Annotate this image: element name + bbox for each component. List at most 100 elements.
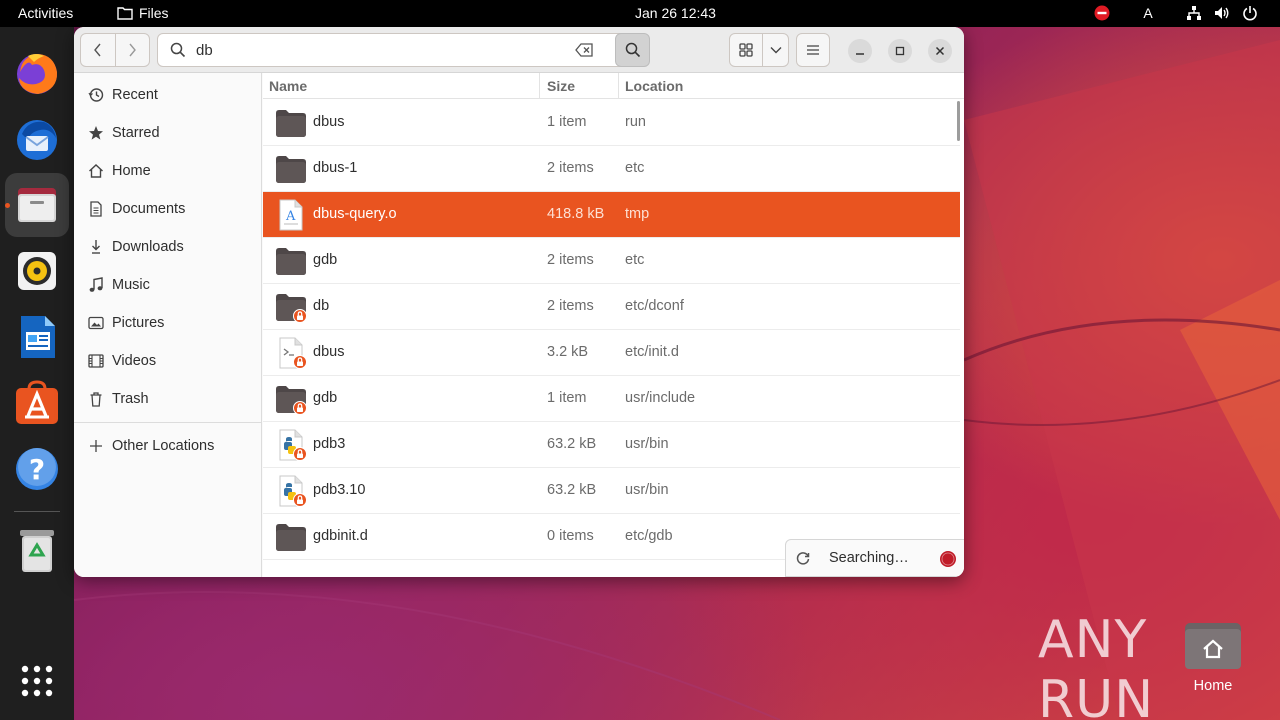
file-location: run <box>625 114 646 130</box>
watermark: ANY RUN <box>1038 610 1155 720</box>
view-mode-buttons <box>729 33 789 67</box>
sidebar-item-videos[interactable]: Videos <box>74 342 262 380</box>
help-icon[interactable]: ? <box>13 445 61 493</box>
file-size: 1 item <box>547 114 587 130</box>
sidebar-item-trash[interactable]: Trash <box>74 380 262 418</box>
file-size: 63.2 kB <box>547 436 597 452</box>
dock-separator <box>14 511 60 512</box>
plus-icon <box>88 438 104 454</box>
file-row[interactable]: dbus 1 item run <box>263 100 960 146</box>
home-icon <box>88 163 104 179</box>
file-row[interactable]: gdb 2 items etc <box>263 238 960 284</box>
do-not-disturb-icon[interactable] <box>1090 4 1114 22</box>
star-icon <box>88 125 104 141</box>
sidebar-item-label: Starred <box>112 125 160 141</box>
navigation-buttons <box>80 33 150 67</box>
file-location: usr/bin <box>625 482 669 498</box>
sidebar-item-label: Recent <box>112 87 158 103</box>
system-tray[interactable]: A <box>1076 4 1262 22</box>
video-icon <box>88 353 104 369</box>
file-row[interactable]: pdb3.10 63.2 kB usr/bin <box>263 468 960 514</box>
file-name: pdb3 <box>313 436 346 452</box>
column-location[interactable]: Location <box>625 78 683 94</box>
thunderbird-icon[interactable] <box>13 115 61 163</box>
folder-icon <box>275 383 307 415</box>
app-center-icon[interactable] <box>13 379 61 427</box>
view-options-dropdown[interactable] <box>762 34 788 66</box>
folder-icon <box>275 291 307 323</box>
sidebar-item-starred[interactable]: Starred <box>74 114 262 152</box>
app-menu-label: Files <box>139 5 169 21</box>
activities-button[interactable]: Activities <box>18 5 73 21</box>
column-size[interactable]: Size <box>547 78 575 94</box>
sidebar-item-recent[interactable]: Recent <box>74 76 262 114</box>
dock: ? <box>0 27 74 720</box>
file-list: Name Size Location dbus 1 item run dbus-1 2 … <box>263 73 964 577</box>
close-button[interactable] <box>928 39 952 63</box>
network-icon[interactable] <box>1182 4 1206 22</box>
stop-search-icon[interactable] <box>939 550 957 568</box>
trash-icon[interactable] <box>13 527 61 575</box>
file-location: tmp <box>625 206 650 222</box>
input-method-indicator[interactable]: A <box>1136 4 1160 22</box>
document-icon <box>88 201 104 217</box>
power-icon[interactable] <box>1238 4 1262 22</box>
header-bar: db <box>74 27 964 73</box>
column-name[interactable]: Name <box>269 78 307 94</box>
column-header: Name Size Location <box>263 73 964 99</box>
sidebar-item-home[interactable]: Home <box>74 152 262 190</box>
app-menu[interactable]: Files <box>117 5 169 21</box>
close-icon <box>935 46 945 56</box>
file-name: dbus <box>313 344 345 360</box>
file-row[interactable]: gdb 1 item usr/include <box>263 376 960 422</box>
rhythmbox-icon[interactable] <box>13 247 61 295</box>
download-icon <box>88 239 104 255</box>
file-size: 0 items <box>547 528 594 544</box>
folder-icon <box>275 153 307 185</box>
chevron-down-icon <box>770 47 782 54</box>
grid-icon <box>739 43 753 57</box>
desktop-home-folder[interactable]: Home <box>1184 617 1242 711</box>
sidebar-item-documents[interactable]: Documents <box>74 190 262 228</box>
sidebar-item-label: Documents <box>112 201 186 217</box>
show-apps-icon[interactable] <box>13 657 61 705</box>
file-row[interactable]: dbus-1 2 items etc <box>263 146 960 192</box>
file-location: etc/dconf <box>625 298 684 314</box>
maximize-button[interactable] <box>888 39 912 63</box>
search-input[interactable]: db <box>157 33 608 67</box>
text-file-icon: A <box>275 199 307 231</box>
volume-icon[interactable] <box>1210 4 1234 22</box>
file-row[interactable]: db 2 items etc/dconf <box>263 284 960 330</box>
grid-view-button[interactable] <box>730 34 762 66</box>
svg-text:A: A <box>285 209 296 224</box>
sidebar-item-downloads[interactable]: Downloads <box>74 228 262 266</box>
firefox-icon[interactable] <box>13 49 61 97</box>
file-size: 2 items <box>547 160 594 176</box>
clock[interactable]: Jan 26 12:43 <box>635 5 716 21</box>
forward-button[interactable] <box>114 34 149 66</box>
folder-icon <box>275 521 307 553</box>
scrollbar[interactable] <box>957 101 960 141</box>
sidebar-item-other-locations[interactable]: Other Locations <box>74 427 262 465</box>
maximize-icon <box>895 46 905 56</box>
file-name: pdb3.10 <box>313 482 366 498</box>
main-menu-button[interactable] <box>796 33 830 67</box>
minimize-button[interactable] <box>848 39 872 63</box>
sidebar-item-label: Trash <box>112 391 149 407</box>
clear-search-icon[interactable] <box>575 43 593 57</box>
file-row[interactable]: dbus 3.2 kB etc/init.d <box>263 330 960 376</box>
file-row[interactable]: Adbus-query.o 418.8 kB tmp <box>263 192 960 238</box>
file-size: 2 items <box>547 252 594 268</box>
sidebar-item-label: Downloads <box>112 239 184 255</box>
sidebar-item-music[interactable]: Music <box>74 266 262 304</box>
file-row[interactable]: pdb3 63.2 kB usr/bin <box>263 422 960 468</box>
file-name: dbus <box>313 114 345 130</box>
libreoffice-writer-icon[interactable] <box>13 313 61 361</box>
search-toggle-button[interactable] <box>615 33 650 67</box>
file-name: db <box>313 298 330 314</box>
files-icon[interactable] <box>5 173 69 237</box>
sidebar-item-label: Videos <box>112 353 157 369</box>
back-button[interactable] <box>81 34 115 66</box>
music-icon <box>88 277 104 293</box>
sidebar-item-pictures[interactable]: Pictures <box>74 304 262 342</box>
